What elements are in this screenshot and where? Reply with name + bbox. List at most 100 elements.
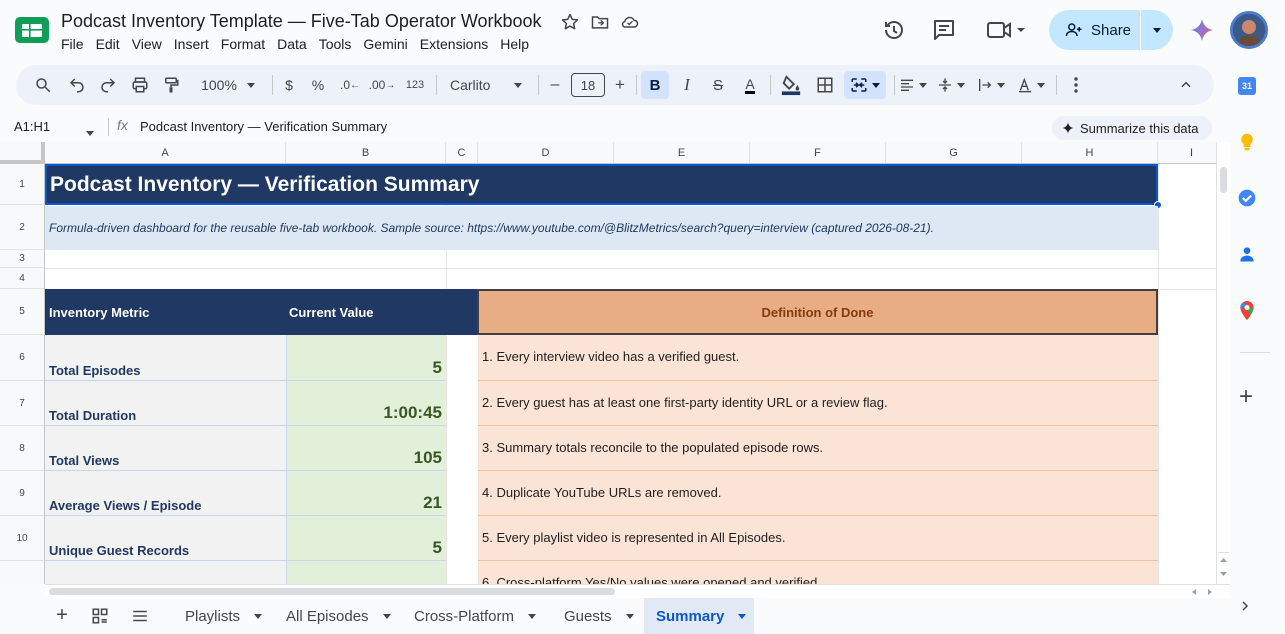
menu-edit[interactable]: Edit bbox=[96, 36, 127, 52]
row-header-5[interactable]: 5 bbox=[0, 289, 45, 335]
collapse-toolbar-icon[interactable] bbox=[1176, 65, 1196, 105]
font-size-increase-button[interactable]: + bbox=[611, 65, 629, 105]
metric-value-cell[interactable]: 1:00:45 bbox=[286, 381, 446, 426]
row-header-10[interactable]: 10 bbox=[0, 516, 45, 561]
column-header-g[interactable]: G bbox=[886, 142, 1022, 164]
text-color-button[interactable]: A bbox=[738, 65, 762, 105]
horizontal-scroll-arrows[interactable] bbox=[1187, 586, 1217, 598]
strikethrough-button[interactable]: S bbox=[706, 65, 730, 105]
account-avatar[interactable] bbox=[1230, 11, 1268, 49]
menu-file[interactable]: File bbox=[61, 36, 91, 52]
scroll-arrows[interactable] bbox=[1218, 552, 1229, 582]
gemini-icon[interactable] bbox=[1190, 18, 1214, 42]
percent-format-button[interactable]: % bbox=[307, 65, 329, 105]
all-sheets-menu-icon[interactable] bbox=[131, 607, 149, 625]
keep-icon[interactable] bbox=[1237, 132, 1257, 152]
row-header-6[interactable]: 6 bbox=[0, 335, 45, 381]
vertical-scroll-thumb[interactable] bbox=[1220, 167, 1227, 193]
metric-label-cell[interactable]: Unique Guest Records bbox=[45, 516, 286, 561]
sheet-title-cell[interactable]: Podcast Inventory — Verification Summary bbox=[45, 164, 1158, 205]
column-header-e[interactable]: E bbox=[614, 142, 750, 164]
metric-header-cell[interactable]: Inventory Metric bbox=[45, 289, 286, 335]
document-title[interactable]: Podcast Inventory Template — Five-Tab Op… bbox=[61, 11, 542, 32]
row-header-3[interactable]: 3 bbox=[0, 250, 45, 268]
select-all-corner[interactable] bbox=[0, 142, 45, 164]
dod-item-cell[interactable]: 6. Cross-platform Yes/No values were ope… bbox=[478, 561, 1158, 584]
menu-format[interactable]: Format bbox=[221, 36, 272, 52]
spreadsheet-grid[interactable]: A B C D E F G H I 1 2 3 4 5 6 7 8 9 10 1… bbox=[0, 142, 1216, 584]
summarize-data-button[interactable]: Summarize this data bbox=[1052, 116, 1212, 140]
menu-data[interactable]: Data bbox=[277, 36, 314, 52]
metric-value-cell-empty[interactable] bbox=[286, 561, 446, 584]
italic-button[interactable]: I bbox=[675, 65, 699, 105]
menu-help[interactable]: Help bbox=[500, 36, 536, 52]
cloud-status-icon[interactable] bbox=[620, 12, 640, 32]
tab-all-episodes[interactable]: All Episodes bbox=[274, 598, 403, 634]
dod-item-cell[interactable]: 2. Every guest has at least one first-pa… bbox=[478, 381, 1158, 426]
row-header-2[interactable]: 2 bbox=[0, 205, 45, 250]
column-header-d[interactable]: D bbox=[478, 142, 614, 164]
metric-value-cell[interactable]: 5 bbox=[286, 516, 446, 561]
tasks-icon[interactable] bbox=[1237, 188, 1257, 208]
font-size-input[interactable]: 18 bbox=[571, 73, 605, 97]
version-history-icon[interactable] bbox=[882, 18, 906, 42]
menu-extensions[interactable]: Extensions bbox=[420, 36, 495, 52]
tab-summary[interactable]: Summary bbox=[644, 598, 754, 634]
calendar-icon[interactable]: 31 bbox=[1238, 77, 1256, 95]
font-select[interactable]: Carlito bbox=[444, 65, 528, 105]
horizontal-align-button[interactable] bbox=[896, 65, 930, 105]
dod-item-cell[interactable]: 3. Summary totals reconcile to the popul… bbox=[478, 426, 1158, 471]
dod-item-cell[interactable]: 1. Every interview video has a verified … bbox=[478, 335, 1158, 381]
name-box[interactable]: A1:H1 bbox=[14, 119, 50, 134]
metric-label-cell[interactable]: Total Duration bbox=[45, 381, 286, 426]
currency-format-button[interactable]: $ bbox=[278, 65, 300, 105]
metric-label-cell[interactable]: Total Views bbox=[45, 426, 286, 471]
metric-value-cell[interactable]: 105 bbox=[286, 426, 446, 471]
column-header-f[interactable]: F bbox=[750, 142, 886, 164]
column-header-b[interactable]: B bbox=[286, 142, 446, 164]
undo-icon[interactable] bbox=[64, 65, 90, 105]
zoom-select[interactable]: 100% bbox=[192, 65, 264, 105]
search-menus-icon[interactable] bbox=[30, 65, 56, 105]
vertical-align-button[interactable] bbox=[934, 65, 968, 105]
metric-value-cell[interactable]: 21 bbox=[286, 471, 446, 516]
meet-video-icon[interactable] bbox=[986, 18, 1026, 42]
sheet-subtitle-cell[interactable]: Formula-driven dashboard for the reusabl… bbox=[45, 206, 1158, 250]
paint-format-icon[interactable] bbox=[158, 65, 184, 105]
row-header-7[interactable]: 7 bbox=[0, 381, 45, 426]
row-header-8[interactable]: 8 bbox=[0, 426, 45, 471]
dod-item-cell[interactable]: 5. Every playlist video is represented i… bbox=[478, 516, 1158, 561]
font-size-decrease-button[interactable]: – bbox=[546, 65, 564, 105]
row-header-4[interactable]: 4 bbox=[0, 268, 45, 289]
merge-cells-button[interactable] bbox=[844, 71, 886, 99]
contacts-icon[interactable] bbox=[1237, 244, 1257, 264]
decrease-decimal-button[interactable]: .0 ← bbox=[336, 65, 364, 105]
menu-insert[interactable]: Insert bbox=[174, 36, 216, 52]
name-box-dropdown[interactable] bbox=[86, 123, 94, 141]
row-header-11[interactable]: 11 bbox=[0, 561, 45, 584]
column-header-h[interactable]: H bbox=[1022, 142, 1158, 164]
value-header-cell[interactable]: Current Value bbox=[286, 289, 478, 335]
get-addons-icon[interactable]: + bbox=[1236, 383, 1256, 410]
column-header-c[interactable]: C bbox=[446, 142, 478, 164]
column-header-i[interactable]: I bbox=[1158, 142, 1216, 164]
metric-label-cell[interactable]: Total Episodes bbox=[45, 335, 286, 381]
text-rotation-button[interactable] bbox=[1014, 65, 1048, 105]
bold-button[interactable]: B bbox=[641, 71, 669, 99]
metric-value-cell[interactable]: 5 bbox=[286, 335, 446, 381]
comments-icon[interactable] bbox=[932, 18, 956, 42]
formula-input[interactable]: Podcast Inventory — Verification Summary bbox=[140, 119, 387, 134]
dod-item-cell[interactable]: 4. Duplicate YouTube URLs are removed. bbox=[478, 471, 1158, 516]
add-sheet-icon[interactable]: + bbox=[52, 604, 72, 626]
menu-gemini[interactable]: Gemini bbox=[363, 36, 414, 52]
increase-decimal-button[interactable]: .00 → bbox=[368, 65, 396, 105]
expand-side-panel-icon[interactable] bbox=[1239, 600, 1251, 612]
column-header-a[interactable]: A bbox=[45, 142, 286, 164]
row-header-9[interactable]: 9 bbox=[0, 471, 45, 516]
number-format-button[interactable]: 123 bbox=[401, 65, 429, 105]
tab-playlists[interactable]: Playlists bbox=[173, 598, 274, 634]
print-icon[interactable] bbox=[127, 65, 153, 105]
move-folder-icon[interactable] bbox=[590, 12, 610, 32]
dod-header-cell[interactable]: Definition of Done bbox=[477, 289, 1158, 335]
sheets-logo-icon[interactable] bbox=[14, 16, 50, 44]
